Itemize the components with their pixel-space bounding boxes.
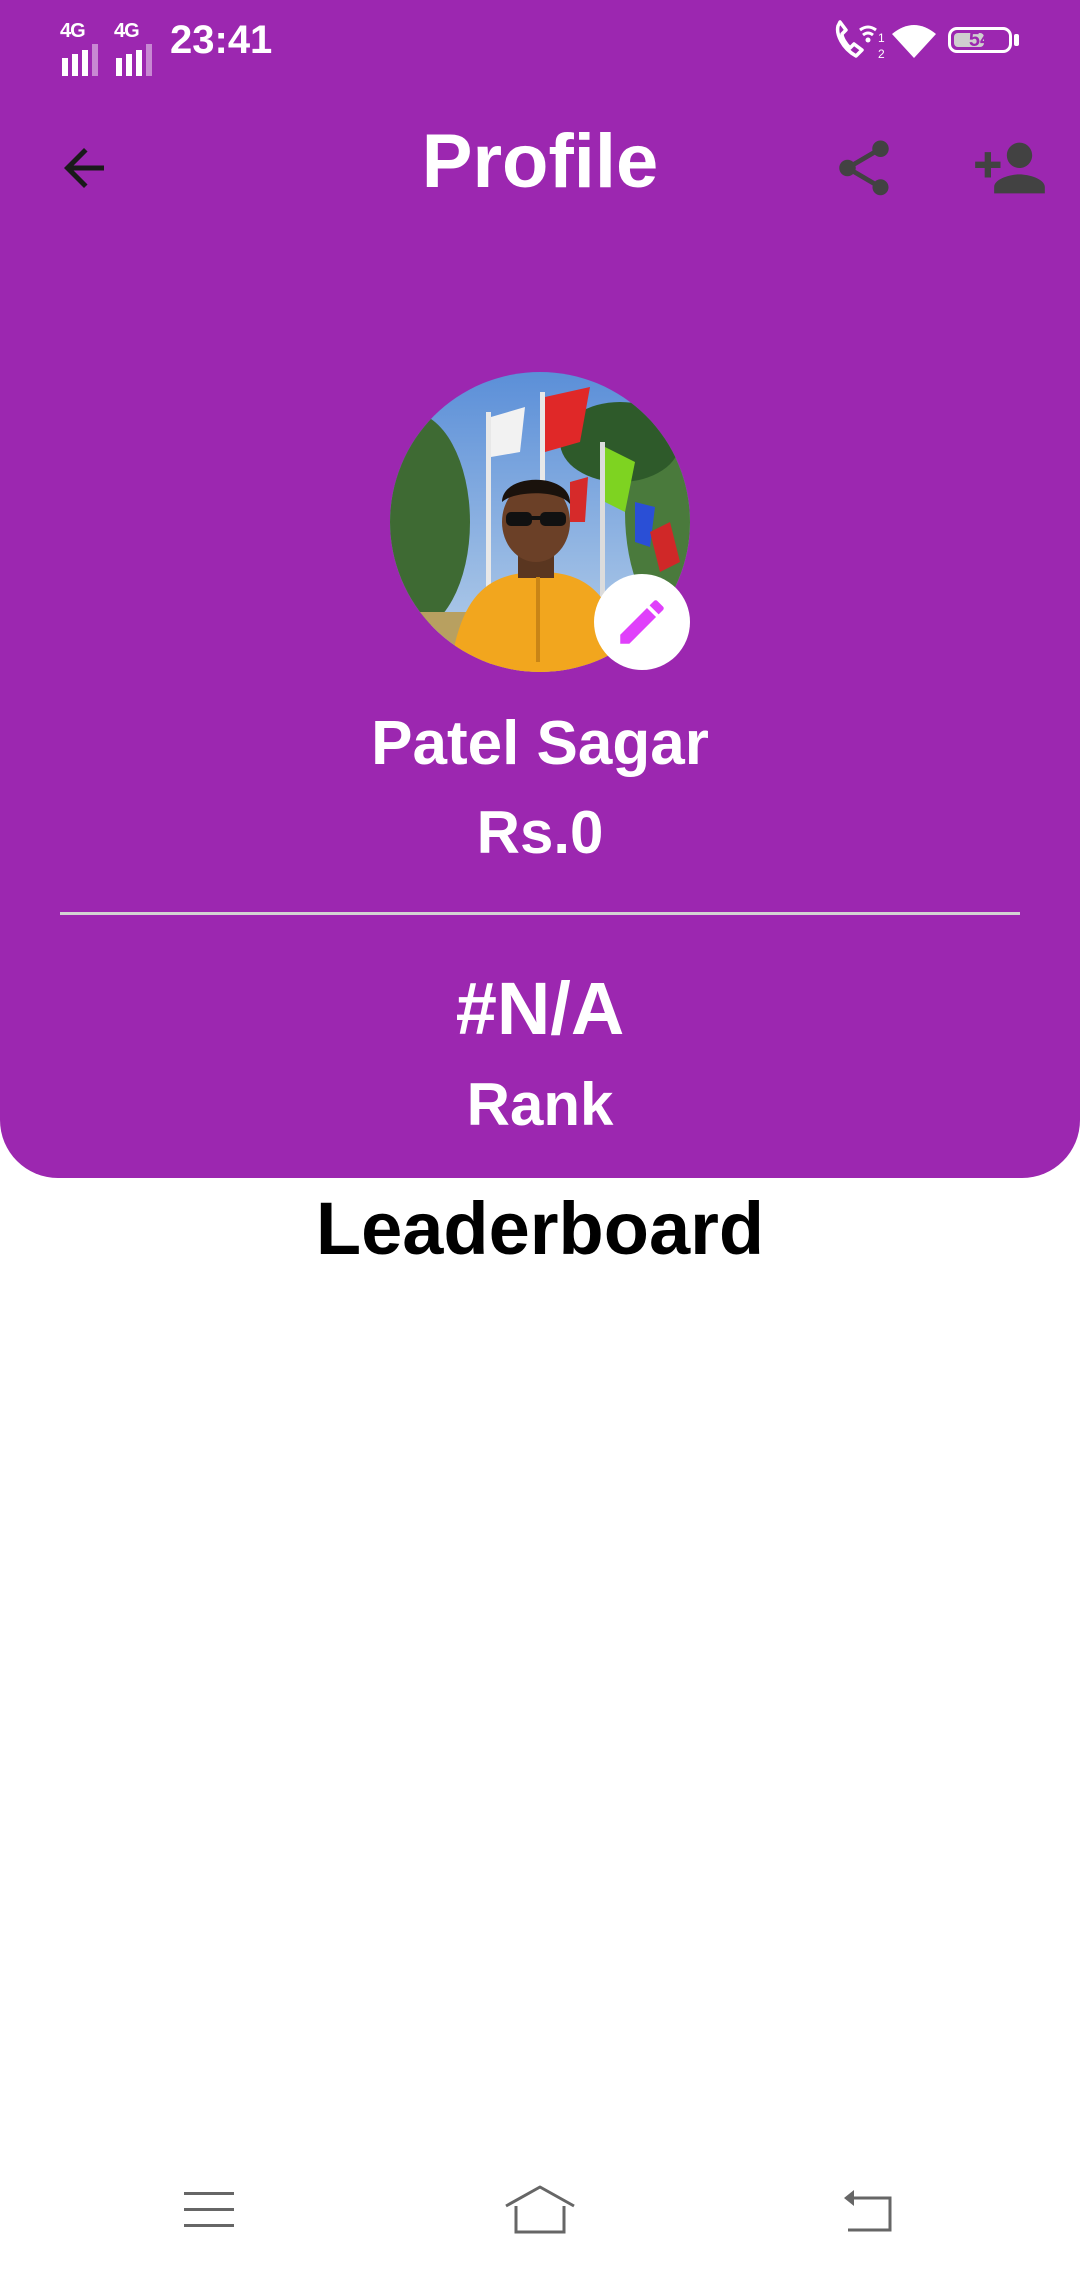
- nav-home-button[interactable]: [490, 2160, 590, 2260]
- system-nav-bar: [0, 2160, 1080, 2280]
- battery-cap: [1014, 34, 1019, 46]
- share-button[interactable]: [820, 128, 908, 208]
- pencil-icon: [620, 600, 664, 644]
- svg-text:1: 1: [878, 31, 885, 45]
- wifi-calling-icon: 1 2: [835, 20, 885, 61]
- nav-menu-button[interactable]: [160, 2160, 260, 2260]
- page-title: Profile: [421, 119, 659, 204]
- battery-icon: 54: [948, 27, 1012, 53]
- nav-back-button[interactable]: [820, 2160, 920, 2260]
- leaderboard-title: Leaderboard: [315, 1187, 765, 1270]
- status-bar: 4G 4G 23:41 1 2 54: [0, 0, 1080, 84]
- profile-balance: Rs.0: [476, 799, 604, 866]
- battery-level: 54: [968, 28, 992, 51]
- add-person-icon: [975, 142, 1045, 194]
- profile-header-card: 4G 4G 23:41 1 2 54 Profile Patel Sagar R…: [0, 0, 1080, 1178]
- signal-strength-icon: [62, 44, 98, 76]
- back-icon: [844, 2190, 892, 2232]
- rank-label: Rank: [466, 1071, 614, 1138]
- home-icon: [505, 2185, 575, 2234]
- profile-name: Patel Sagar: [371, 709, 709, 778]
- divider: [60, 912, 1020, 915]
- status-time: 23:41: [170, 18, 273, 62]
- menu-icon: [184, 2192, 234, 2227]
- rank-value: #N/A: [455, 967, 625, 1050]
- svg-text:2: 2: [878, 47, 885, 61]
- edit-avatar-button[interactable]: [594, 574, 690, 670]
- add-friend-button[interactable]: [960, 124, 1060, 212]
- signal-strength-icon: [116, 44, 152, 76]
- wifi-icon: [892, 25, 936, 58]
- share-icon: [839, 140, 889, 196]
